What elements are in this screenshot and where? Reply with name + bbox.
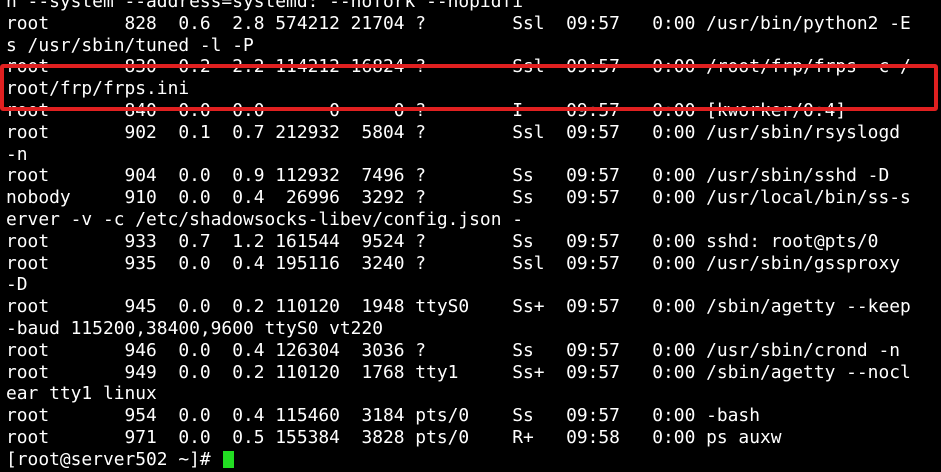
terminal-line: root 945 0.0 0.2 110120 1948 ttyS0 Ss+ 0… — [6, 296, 911, 318]
terminal-line: root 933 0.7 1.2 161544 9524 ? Ss 09:57 … — [6, 230, 879, 252]
terminal-line: -baud 115200,38400,9600 ttyS0 vt220 — [6, 317, 383, 339]
terminal-window[interactable]: n --system --address=systemd: --nofork -… — [0, 0, 941, 472]
terminal-line: root 904 0.0 0.9 112932 7496 ? Ss 09:57 … — [6, 165, 890, 187]
terminal-line: erver -v -c /etc/shadowsocks-libev/confi… — [6, 208, 524, 230]
terminal-line: root 971 0.0 0.5 155384 3828 pts/0 R+ 09… — [6, 426, 782, 448]
shell-prompt: [root@server502 ~]# — [6, 448, 222, 470]
terminal-line: -n — [6, 143, 28, 165]
terminal-line: -D — [6, 274, 28, 296]
terminal-line: root 935 0.0 0.4 195116 3240 ? Ssl 09:57… — [6, 252, 900, 274]
terminal-line: root 949 0.0 0.2 110120 1768 tty1 Ss+ 09… — [6, 361, 911, 383]
terminal-line: root 828 0.6 2.8 574212 21704 ? Ssl 09:5… — [6, 12, 911, 34]
terminal-line: root 946 0.0 0.4 126304 3036 ? Ss 09:57 … — [6, 339, 900, 361]
terminal-output: n --system --address=systemd: --nofork -… — [6, 0, 911, 471]
terminal-line: n --system --address=systemd: --nofork -… — [6, 0, 524, 12]
terminal-line: root 840 0.0 0.0 0 0 ? I 09:57 0:00 [kwo… — [6, 99, 847, 121]
terminal-line: ear tty1 linux — [6, 383, 157, 405]
terminal-line: root 954 0.0 0.4 115460 3184 pts/0 Ss 09… — [6, 405, 760, 427]
terminal-cursor — [223, 451, 235, 469]
terminal-line: s /usr/sbin/tuned -l -P — [6, 34, 254, 56]
command-prompt-line[interactable]: [root@server502 ~]# — [6, 449, 911, 471]
terminal-line: root/frp/frps.ini — [6, 78, 190, 100]
terminal-line: nobody 910 0.0 0.4 26996 3292 ? Ss 09:57… — [6, 187, 911, 209]
terminal-line: root 902 0.1 0.7 212932 5804 ? Ssl 09:57… — [6, 121, 900, 143]
terminal-line: root 830 0.2 2.2 114212 16824 ? Ssl 09:5… — [6, 56, 911, 78]
